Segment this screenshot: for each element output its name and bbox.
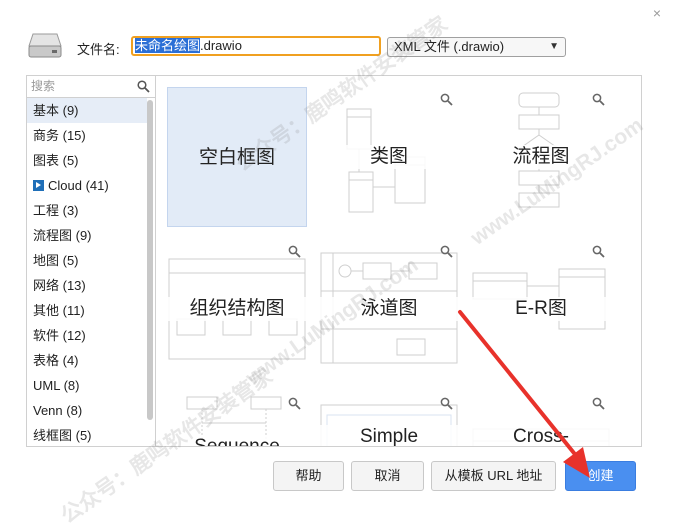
category-item-uml[interactable]: UML (8) — [27, 373, 147, 398]
search-icon[interactable] — [137, 80, 150, 93]
template-cross-functional[interactable]: Cross- — [471, 391, 611, 446]
template-label: Sequence — [167, 435, 307, 446]
template-blank[interactable]: 空白框图 — [167, 87, 307, 227]
filename-extension: .drawio — [200, 38, 242, 53]
cancel-button[interactable]: 取消 — [351, 461, 424, 491]
template-label: 流程图 — [471, 145, 611, 169]
category-item-network[interactable]: 网络 (13) — [27, 273, 147, 298]
category-sidebar: 搜索 基本 (9) 商务 (15) 图表 (5) Cloud (41) 工程 (… — [26, 75, 156, 447]
close-icon[interactable]: × — [650, 6, 664, 20]
zoom-icon[interactable] — [592, 93, 605, 106]
template-class-diagram[interactable]: 类图 — [319, 87, 459, 227]
template-label: 组织结构图 — [167, 297, 307, 321]
expand-arrow-icon — [33, 180, 44, 191]
zoom-icon[interactable] — [592, 397, 605, 410]
zoom-icon[interactable] — [440, 397, 453, 410]
search-placeholder: 搜索 — [31, 79, 56, 93]
template-sequence[interactable]: Sequence — [167, 391, 307, 446]
category-item-cloud[interactable]: Cloud (41) — [27, 173, 147, 198]
sidebar-scrollbar[interactable] — [147, 100, 153, 420]
category-item-engineering[interactable]: 工程 (3) — [27, 198, 147, 223]
category-item-cloud-label: Cloud (41) — [48, 178, 109, 193]
from-url-button[interactable]: 从模板 URL 地址 — [431, 461, 556, 491]
template-gallery: 空白框图 类图 流程图 组织结构图 泳道图 E-R图 Sequence Simp… — [156, 75, 642, 447]
template-label: 空白框图 — [198, 147, 275, 168]
help-button[interactable]: 帮助 — [273, 461, 344, 491]
template-simple[interactable]: Simple — [319, 391, 459, 446]
template-swimlane[interactable]: 泳道图 — [319, 239, 459, 379]
format-select-value: XML 文件 (.drawio) — [394, 39, 505, 54]
template-label: Simple — [319, 425, 459, 446]
drive-icon — [28, 33, 62, 58]
template-label: Cross- — [471, 425, 611, 446]
category-item-other[interactable]: 其他 (11) — [27, 298, 147, 323]
filename-input[interactable]: 未命名绘图.drawio — [131, 36, 381, 56]
category-item-venn[interactable]: Venn (8) — [27, 398, 147, 423]
template-flowchart[interactable]: 流程图 — [471, 87, 611, 227]
search-input[interactable]: 搜索 — [27, 76, 155, 98]
format-select[interactable]: XML 文件 (.drawio) ▼ — [387, 37, 566, 57]
template-er-diagram[interactable]: E-R图 — [471, 239, 611, 379]
category-item-charts[interactable]: 图表 (5) — [27, 148, 147, 173]
category-item-flowchart[interactable]: 流程图 (9) — [27, 223, 147, 248]
zoom-icon[interactable] — [440, 93, 453, 106]
category-item-maps[interactable]: 地图 (5) — [27, 248, 147, 273]
zoom-icon[interactable] — [288, 397, 301, 410]
template-label: E-R图 — [471, 297, 611, 321]
template-label: 类图 — [319, 145, 459, 169]
category-item-business[interactable]: 商务 (15) — [27, 123, 147, 148]
zoom-icon[interactable] — [592, 245, 605, 258]
category-list: 基本 (9) 商务 (15) 图表 (5) Cloud (41) 工程 (3) … — [27, 98, 147, 446]
chevron-down-icon: ▼ — [549, 41, 559, 52]
category-item-wireframes[interactable]: 线框图 (5) — [27, 423, 147, 446]
category-item-tables[interactable]: 表格 (4) — [27, 348, 147, 373]
filename-label: 文件名: — [77, 42, 120, 57]
create-button[interactable]: 创建 — [565, 461, 636, 491]
template-label: 泳道图 — [319, 297, 459, 321]
filename-selected-text: 未命名绘图 — [135, 38, 201, 53]
zoom-icon[interactable] — [440, 245, 453, 258]
template-org-chart[interactable]: 组织结构图 — [167, 239, 307, 379]
category-item-basic[interactable]: 基本 (9) — [27, 98, 147, 123]
category-item-software[interactable]: 软件 (12) — [27, 323, 147, 348]
zoom-icon[interactable] — [288, 245, 301, 258]
